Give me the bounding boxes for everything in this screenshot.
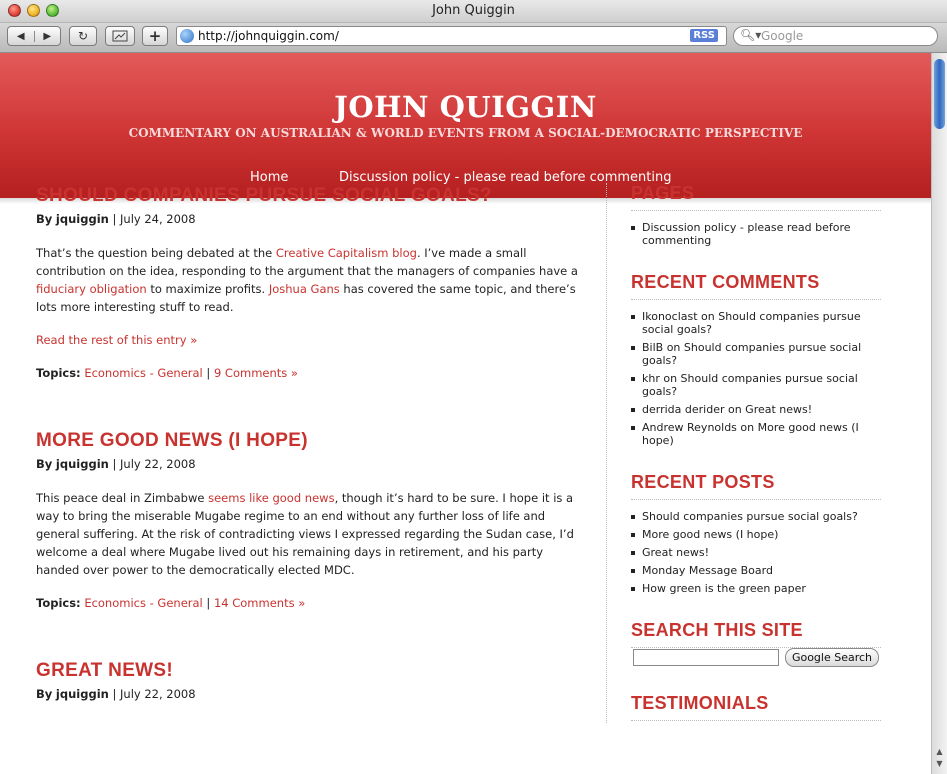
recent-post-item[interactable]: Great news! xyxy=(631,546,881,559)
pages-list: Discussion policy - please read before c… xyxy=(631,221,881,247)
nav-home[interactable]: Home xyxy=(250,170,288,185)
reload-button[interactable]: ↻ xyxy=(69,26,97,46)
post-excerpt: That’s the question being debated at the… xyxy=(36,244,581,316)
snapback-icon xyxy=(112,30,128,42)
comment-item[interactable]: Andrew Reynolds on More good news (I hop… xyxy=(631,421,881,447)
post: MORE GOOD NEWS (I HOPE) By jquiggin | Ju… xyxy=(36,430,581,612)
by-label: By xyxy=(36,687,53,701)
topic-link[interactable]: Economics - General xyxy=(84,596,202,610)
post-meta: By jquiggin | July 22, 2008 xyxy=(36,685,581,703)
creative-capitalism-link[interactable]: Creative Capitalism blog xyxy=(276,246,417,260)
post-title[interactable]: SHOULD COMPANIES PURSUE SOCIAL GOALS? xyxy=(36,185,581,207)
recent-post-item[interactable]: How green is the green paper xyxy=(631,582,881,595)
topics-label: Topics: xyxy=(36,366,81,380)
scroll-arrows-icon[interactable]: ▲ ▼ xyxy=(934,746,945,770)
window-titlebar: John Quiggin xyxy=(0,0,947,23)
post-author: jquiggin xyxy=(55,212,109,226)
nav-discussion-policy[interactable]: Discussion policy - please read before c… xyxy=(339,170,671,185)
meta-separator: | xyxy=(112,457,117,471)
topic-link[interactable]: Economics - General xyxy=(84,366,202,380)
recent-posts-list: Should companies pursue social goals? Mo… xyxy=(631,510,881,595)
joshua-gans-link[interactable]: Joshua Gans xyxy=(269,282,340,296)
comment-item[interactable]: Ikonoclast on Should companies pursue so… xyxy=(631,310,881,336)
recent-post-item[interactable]: Should companies pursue social goals? xyxy=(631,510,881,523)
pages-section: PAGES Discussion policy - please read be… xyxy=(631,183,881,252)
testimonials-section: TESTIMONIALS xyxy=(631,693,881,721)
post: SHOULD COMPANIES PURSUE SOCIAL GOALS? By… xyxy=(36,185,581,382)
post-date: July 24, 2008 xyxy=(120,212,196,226)
browser-search-field[interactable]: 🔍︎▾ Google xyxy=(733,26,938,46)
by-label: By xyxy=(36,212,53,226)
search-placeholder: Google xyxy=(761,29,804,43)
scrollbar-thumb[interactable] xyxy=(934,59,945,129)
site-title[interactable]: JOHN QUIGGIN xyxy=(0,90,931,124)
pages-heading: PAGES xyxy=(631,183,881,211)
post-topics: Topics: Economics - General | 9 Comments… xyxy=(36,364,581,382)
search-icon[interactable]: 🔍︎▾ xyxy=(740,28,761,42)
recent-comments-list: Ikonoclast on Should companies pursue so… xyxy=(631,310,881,447)
rss-button[interactable]: RSS xyxy=(690,29,718,42)
search-heading: SEARCH THIS SITE xyxy=(631,620,881,648)
post-author: jquiggin xyxy=(55,457,109,471)
recent-posts-heading: RECENT POSTS xyxy=(631,472,881,500)
snapback-button[interactable] xyxy=(105,26,135,46)
post-topics: Topics: Economics - General | 14 Comment… xyxy=(36,594,581,612)
meta-separator: | xyxy=(112,687,117,701)
testimonials-heading: TESTIMONIALS xyxy=(631,693,881,721)
by-label: By xyxy=(36,457,53,471)
comment-item[interactable]: khr on Should companies pursue social go… xyxy=(631,372,881,398)
site-search-input[interactable] xyxy=(633,649,779,666)
excerpt-text: to maximize profits. xyxy=(146,282,269,296)
post-title[interactable]: GREAT NEWS! xyxy=(36,660,581,682)
recent-posts-section: RECENT POSTS Should companies pursue soc… xyxy=(631,472,881,600)
reload-icon: ↻ xyxy=(77,29,89,43)
forward-arrow-icon[interactable]: ▶ xyxy=(35,31,61,42)
page-viewport: JOHN QUIGGIN COMMENTARY ON AUSTRALIAN & … xyxy=(0,53,931,774)
window-title: John Quiggin xyxy=(432,3,515,18)
recent-post-item[interactable]: More good news (I hope) xyxy=(631,528,881,541)
meta-separator: | xyxy=(206,366,211,380)
column-divider xyxy=(606,183,607,723)
recent-post-item[interactable]: Monday Message Board xyxy=(631,564,881,577)
fiduciary-obligation-link[interactable]: fiduciary obligation xyxy=(36,282,147,296)
add-bookmark-button[interactable]: + xyxy=(142,26,168,46)
address-bar[interactable]: http://johnquiggin.com/ RSS xyxy=(176,26,727,46)
comment-item[interactable]: derrida derider on Great news! xyxy=(631,403,881,416)
vertical-scrollbar[interactable]: ▲ ▼ xyxy=(931,53,947,774)
post: GREAT NEWS! By jquiggin | July 22, 2008 xyxy=(36,660,581,703)
back-arrow-icon[interactable]: ◀ xyxy=(8,30,35,42)
browser-toolbar: ◀ ▶ ↻ + http://johnquiggin.com/ RSS 🔍︎▾ … xyxy=(0,23,947,53)
recent-comments-heading: RECENT COMMENTS xyxy=(631,272,881,300)
excerpt-text: That’s the question being debated at the xyxy=(36,246,276,260)
globe-icon xyxy=(180,29,194,43)
excerpt-text: This peace deal in Zimbabwe xyxy=(36,491,209,505)
comments-link[interactable]: 14 Comments » xyxy=(214,596,305,610)
page-item[interactable]: Discussion policy - please read before c… xyxy=(631,221,881,247)
post-date: July 22, 2008 xyxy=(120,457,196,471)
good-news-link[interactable]: seems like good news xyxy=(208,491,334,505)
post-meta: By jquiggin | July 24, 2008 xyxy=(36,210,581,228)
post-title[interactable]: MORE GOOD NEWS (I HOPE) xyxy=(36,430,581,452)
recent-comments-section: RECENT COMMENTS Ikonoclast on Should com… xyxy=(631,272,881,452)
meta-separator: | xyxy=(112,212,117,226)
plus-icon: + xyxy=(148,27,162,45)
post-author: jquiggin xyxy=(55,687,109,701)
comments-link[interactable]: 9 Comments » xyxy=(214,366,298,380)
meta-separator: | xyxy=(206,596,211,610)
url-text[interactable]: http://johnquiggin.com/ xyxy=(198,29,339,43)
read-more-link[interactable]: Read the rest of this entry » xyxy=(36,331,581,349)
comment-item[interactable]: BilB on Should companies pursue social g… xyxy=(631,341,881,367)
back-forward-buttons[interactable]: ◀ ▶ xyxy=(7,26,61,46)
topics-label: Topics: xyxy=(36,596,81,610)
post-excerpt: This peace deal in Zimbabwe seems like g… xyxy=(36,489,581,579)
google-search-button[interactable]: Google Search xyxy=(785,648,879,667)
site-header: JOHN QUIGGIN COMMENTARY ON AUSTRALIAN & … xyxy=(0,53,931,198)
search-section: SEARCH THIS SITE Google Search xyxy=(631,620,881,680)
post-date: July 22, 2008 xyxy=(120,687,196,701)
site-tagline: COMMENTARY ON AUSTRALIAN & WORLD EVENTS … xyxy=(128,126,803,140)
post-meta: By jquiggin | July 22, 2008 xyxy=(36,455,581,473)
